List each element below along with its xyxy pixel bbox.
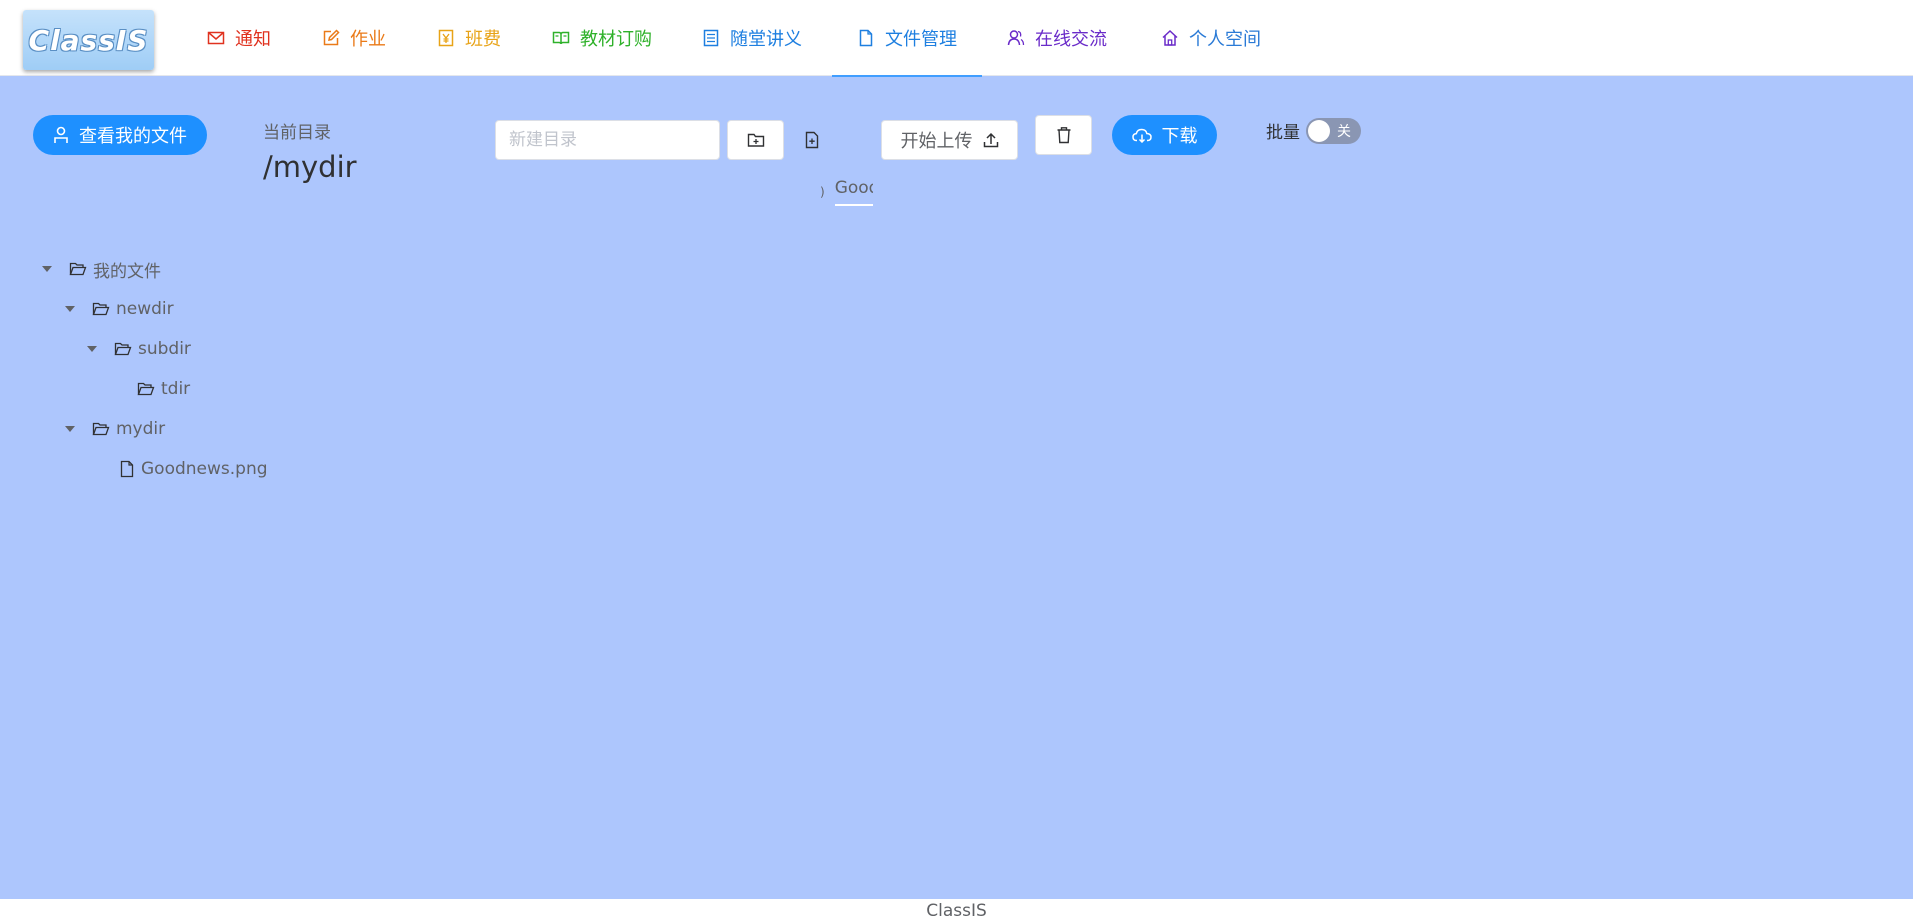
nav-item-label: 教材订购 xyxy=(580,29,652,50)
nav-item-lecture-notes[interactable]: 随堂讲义 xyxy=(702,0,802,76)
new-dir-input[interactable] xyxy=(495,120,720,160)
tree-node-label: tdir xyxy=(161,379,191,399)
nav-item-class-fee[interactable]: 班费 xyxy=(437,0,501,76)
caret-down-icon[interactable] xyxy=(65,306,75,312)
batch-toggle-text: 关 xyxy=(1337,124,1351,140)
upload-file-name: Goodnews.png xyxy=(834,178,873,198)
view-my-files-button[interactable]: 查看我的文件 xyxy=(33,115,207,155)
book-icon xyxy=(552,31,570,45)
nav-item-label: 随堂讲义 xyxy=(730,29,802,50)
tree-node-label: newdir xyxy=(116,299,174,319)
tree-node-label: 我的文件 xyxy=(93,261,161,282)
user-icon xyxy=(54,126,68,143)
logo-text: ClassIS xyxy=(28,23,149,57)
loading-icon: ) xyxy=(820,185,825,199)
nav-item-label: 通知 xyxy=(235,29,271,50)
folder-open-icon xyxy=(114,342,132,356)
nav-item-textbook-order[interactable]: 教材订购 xyxy=(552,0,652,76)
document-icon xyxy=(859,29,873,47)
batch-label: 批量 xyxy=(1266,123,1300,143)
batch-toggle-knob xyxy=(1308,120,1330,142)
current-dir-label: 当前目录 xyxy=(263,123,331,143)
caret-down-icon[interactable] xyxy=(42,266,52,272)
start-upload-label: 开始上传 xyxy=(900,131,973,152)
trash-icon xyxy=(1057,127,1070,144)
nav-item-label: 在线交流 xyxy=(1035,29,1107,50)
download-label: 下载 xyxy=(1161,126,1198,147)
tree-node-goodnews[interactable]: Goodnews.png xyxy=(92,454,268,484)
home-icon xyxy=(1162,29,1178,46)
current-dir-path: /mydir xyxy=(263,150,357,184)
folder-open-icon xyxy=(69,262,87,276)
mail-icon xyxy=(207,31,225,45)
select-file-button[interactable] xyxy=(795,120,829,160)
download-button[interactable]: 下载 xyxy=(1112,115,1217,155)
edit-icon xyxy=(323,29,340,46)
caret-down-icon[interactable] xyxy=(65,426,75,432)
nav-item-label: 文件管理 xyxy=(885,29,957,50)
nav-item-file-management[interactable]: 文件管理 xyxy=(857,0,957,76)
upload-file-name-wrap: Goodnews.png xyxy=(834,178,873,206)
folder-add-icon xyxy=(747,133,764,147)
tree-node-my-files[interactable]: 我的文件 xyxy=(42,254,161,284)
upload-file-item: ) Goodnews.png xyxy=(820,178,873,206)
tree-node-subdir[interactable]: subdir xyxy=(87,334,191,364)
nav-item-online-chat[interactable]: 在线交流 xyxy=(1007,0,1107,76)
start-upload-button[interactable]: 开始上传 xyxy=(881,120,1018,160)
tree-node-label: subdir xyxy=(138,339,191,359)
folder-open-icon xyxy=(92,302,110,316)
footer-text: ClassIS xyxy=(926,901,987,921)
create-folder-button[interactable] xyxy=(727,120,784,160)
tree-node-label: mydir xyxy=(116,419,166,439)
nav-item-label: 班费 xyxy=(465,29,501,50)
nav-item-label: 作业 xyxy=(350,29,386,50)
top-navbar: ClassIS 通知 作业 班费 教材订购 随堂讲义 文件管理 在线交流 个人空… xyxy=(0,0,1913,77)
folder-open-icon xyxy=(92,422,110,436)
view-my-files-label: 查看我的文件 xyxy=(79,126,187,147)
tree-node-newdir[interactable]: newdir xyxy=(65,294,174,324)
nav-item-label: 个人空间 xyxy=(1189,29,1261,50)
document-icon xyxy=(120,460,134,478)
nav-item-notice[interactable]: 通知 xyxy=(207,0,271,76)
users-icon xyxy=(1007,30,1025,46)
batch-toggle[interactable]: 关 xyxy=(1306,118,1361,144)
yen-icon xyxy=(438,29,454,47)
upload-icon xyxy=(983,132,998,148)
document-add-icon xyxy=(805,131,819,149)
footer: ClassIS xyxy=(0,899,1913,924)
nav-item-personal-space[interactable]: 个人空间 xyxy=(1161,0,1261,76)
caret-down-icon[interactable] xyxy=(87,346,97,352)
cloud-download-icon xyxy=(1131,128,1152,143)
nav-item-homework[interactable]: 作业 xyxy=(322,0,386,76)
nav-active-indicator xyxy=(832,75,982,77)
app-logo[interactable]: ClassIS xyxy=(23,10,154,70)
delete-button[interactable] xyxy=(1035,115,1092,155)
tree-node-label: Goodnews.png xyxy=(141,459,268,479)
tree-node-mydir[interactable]: mydir xyxy=(65,414,165,444)
tree-node-tdir[interactable]: tdir xyxy=(110,374,190,404)
list-icon xyxy=(703,29,719,47)
folder-open-icon xyxy=(137,382,155,396)
